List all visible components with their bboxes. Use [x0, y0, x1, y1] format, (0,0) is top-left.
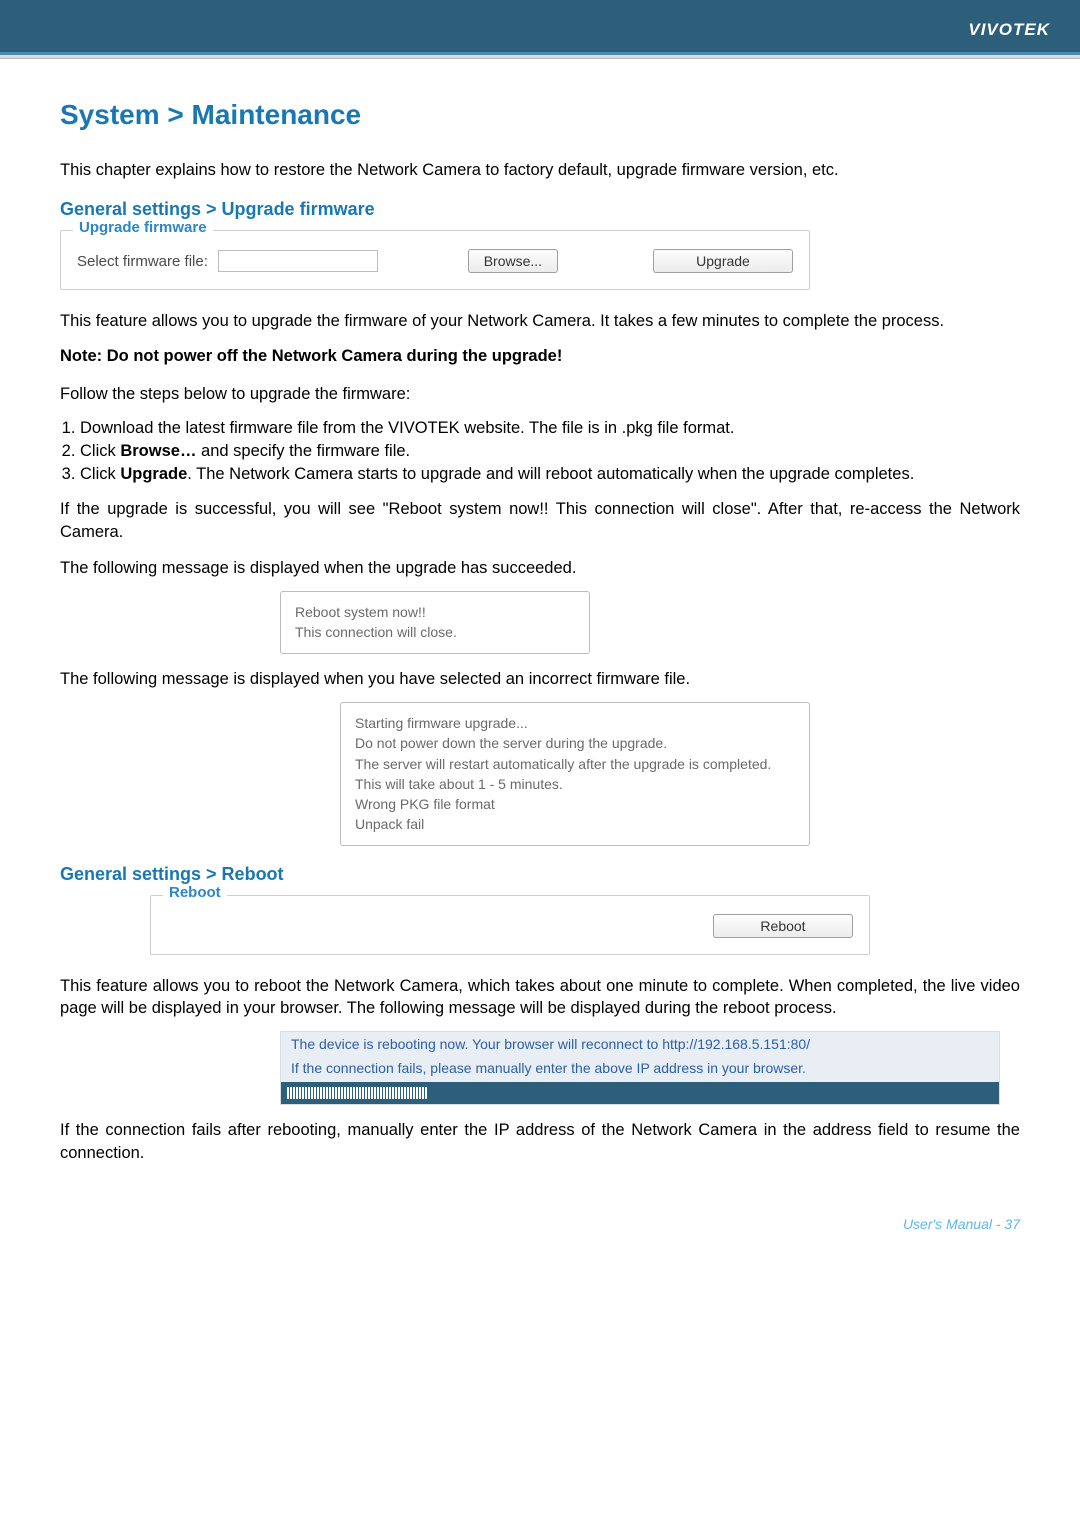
step-1: Download the latest firmware file from t… [80, 417, 1020, 440]
wrong-line-6: Unpack fail [355, 814, 795, 834]
reboot-fail-paragraph: If the connection fails after rebooting,… [60, 1119, 1020, 1164]
success-message-box: Reboot system now!! This connection will… [280, 591, 590, 654]
wrong-line-1: Starting firmware upgrade... [355, 713, 795, 733]
reboot-fieldset: Reboot Reboot [150, 895, 870, 955]
page-footer: User's Manual - 37 [0, 1206, 1080, 1282]
upgrade-row: Select firmware file: Browse... Upgrade [77, 249, 793, 273]
reboot-row: Reboot [167, 914, 853, 938]
upgrade-desc: This feature allows you to upgrade the f… [60, 310, 1020, 332]
succ-line-1: Reboot system now!! [295, 602, 575, 622]
progress-bar [281, 1082, 999, 1104]
reboot-legend: Reboot [163, 884, 227, 901]
succ-line-2: This connection will close. [295, 622, 575, 642]
step-3: Click Upgrade. The Network Camera starts… [80, 463, 1020, 486]
browse-button[interactable]: Browse... [468, 249, 558, 273]
wrong-line-4: This will take about 1 - 5 minutes. [355, 774, 795, 794]
wrong-line-5: Wrong PKG file format [355, 794, 795, 814]
wrong-message-box: Starting firmware upgrade... Do not powe… [340, 702, 810, 846]
file-label: Select firmware file: [77, 253, 208, 270]
banner-line-2: If the connection fails, please manually… [281, 1056, 999, 1080]
upgrade-firmware-fieldset: Upgrade firmware Select firmware file: B… [60, 230, 810, 290]
upgrade-legend: Upgrade firmware [73, 219, 213, 236]
header-band: VIVOTEK [0, 0, 1080, 55]
reboot-banner: The device is rebooting now. Your browse… [280, 1031, 1000, 1105]
page-content: System > Maintenance This chapter explai… [0, 59, 1080, 1206]
page-title: System > Maintenance [60, 99, 1020, 131]
intro-paragraph: This chapter explains how to restore the… [60, 159, 1020, 181]
progress-bar-fill [287, 1087, 427, 1099]
wrong-line-2: Do not power down the server during the … [355, 733, 795, 753]
firmware-file-input[interactable] [218, 250, 378, 272]
upgrade-button[interactable]: Upgrade [653, 249, 793, 273]
upgrade-steps: Download the latest firmware file from t… [60, 417, 1020, 486]
reboot-heading: General settings > Reboot [60, 864, 1020, 885]
upgrade-note: Note: Do not power off the Network Camer… [60, 345, 1020, 367]
success-paragraph: If the upgrade is successful, you will s… [60, 498, 1020, 543]
step-2: Click Browse… and specify the firmware f… [80, 440, 1020, 463]
wrong-line-3: The server will restart automatically af… [355, 754, 795, 774]
steps-lead: Follow the steps below to upgrade the fi… [60, 383, 1020, 405]
upgrade-heading: General settings > Upgrade firmware [60, 199, 1020, 220]
succeeded-lead: The following message is displayed when … [60, 557, 1020, 579]
brand-label: VIVOTEK [968, 20, 1050, 40]
reboot-button[interactable]: Reboot [713, 914, 853, 938]
wrong-lead: The following message is displayed when … [60, 668, 1020, 690]
reboot-desc: This feature allows you to reboot the Ne… [60, 975, 1020, 1020]
banner-line-1: The device is rebooting now. Your browse… [281, 1032, 999, 1056]
